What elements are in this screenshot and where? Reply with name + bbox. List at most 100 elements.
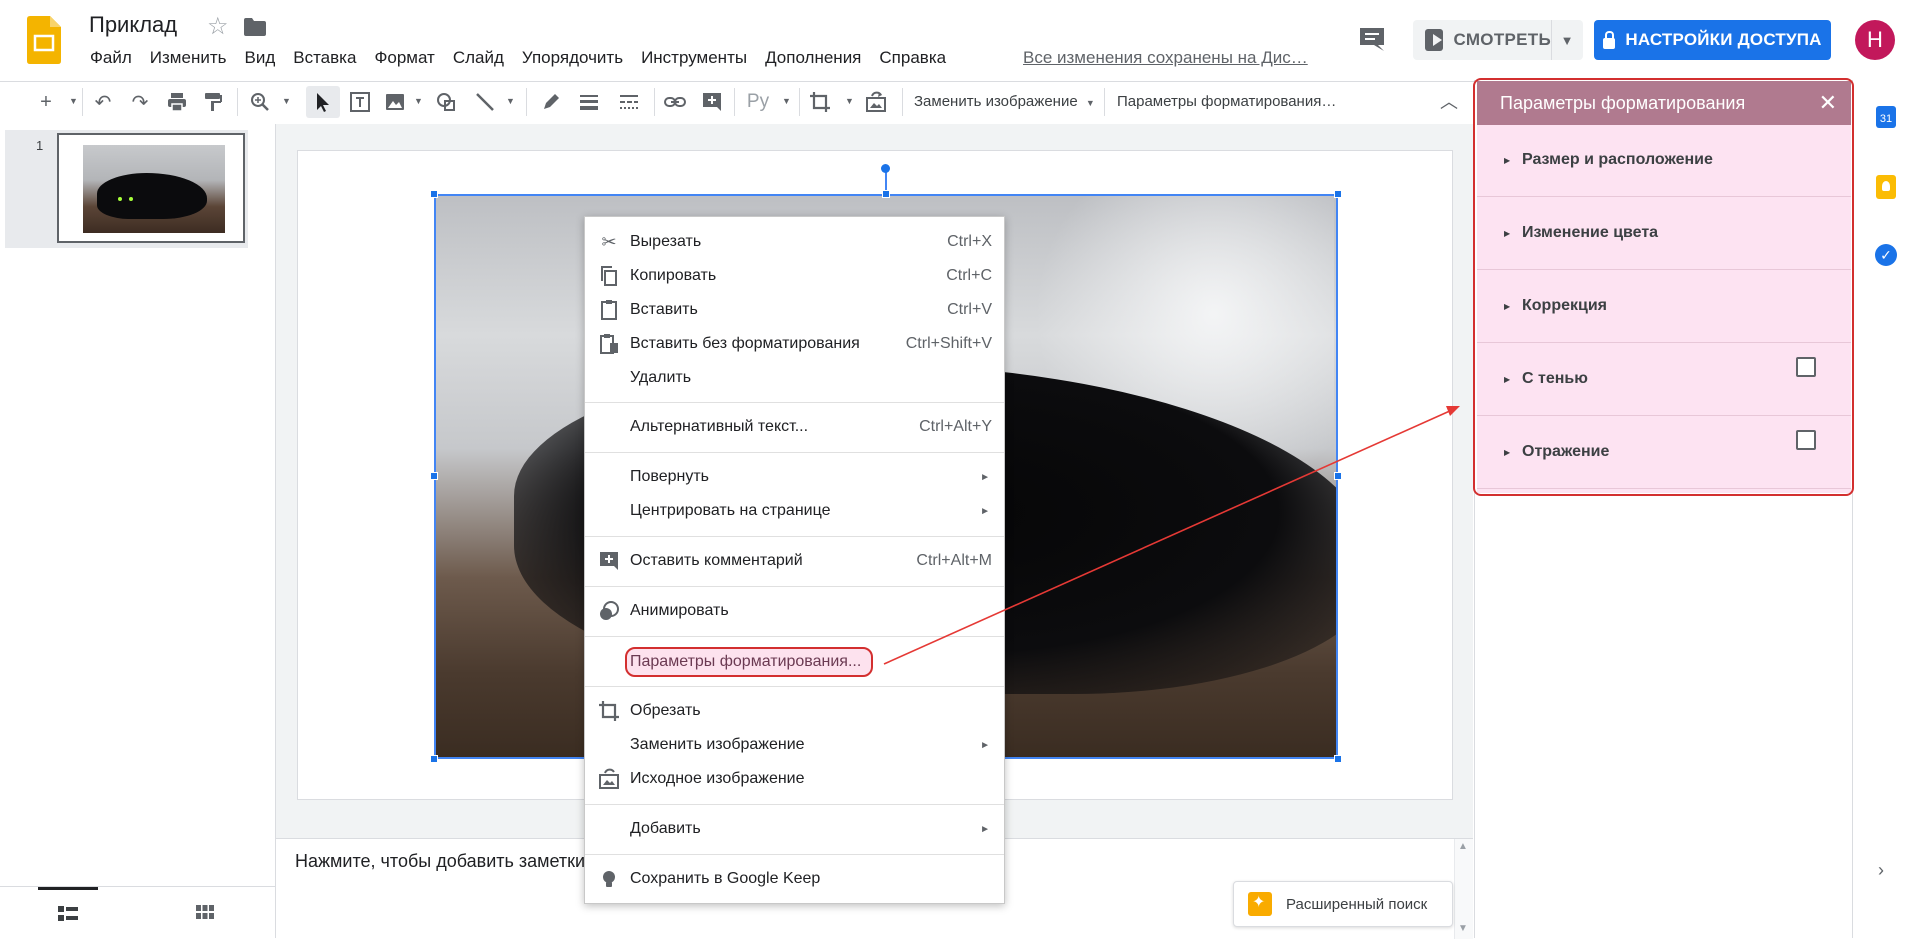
new-slide-icon[interactable]: + [34,90,58,114]
comments-icon[interactable] [1358,26,1386,52]
menu-item-crop[interactable]: Обрезать [585,694,1004,728]
resize-handle-w[interactable] [430,472,438,480]
menu-format[interactable]: Формат [374,48,434,68]
menu-item-save-to-keep[interactable]: Сохранить в Google Keep [585,862,1004,896]
link-icon[interactable] [663,90,687,114]
present-main[interactable]: СМОТРЕТЬ [1413,20,1551,60]
toolbar-divider [799,88,800,116]
menu-file[interactable]: Файл [90,48,132,68]
crop-toolbar-icon[interactable] [808,90,832,114]
menu-view[interactable]: Вид [244,48,275,68]
chevron-right-icon[interactable]: › [1878,860,1884,881]
insert-image-icon[interactable] [383,90,407,114]
calendar-icon[interactable]: 31 [1876,106,1896,128]
menu-insert[interactable]: Вставка [293,48,356,68]
menu-item-alt-text[interactable]: Альтернативный текст... Ctrl+Alt+Y [585,410,1004,444]
resize-handle-ne[interactable] [1334,190,1342,198]
menu-item-copy[interactable]: Копировать Ctrl+C [585,259,1004,293]
section-adjustments[interactable]: ▶ Коррекция [1477,271,1851,343]
star-icon[interactable]: ☆ [207,12,229,41]
crop-dropdown-icon[interactable]: ▼ [845,96,854,106]
menu-item-label: Обрезать [630,702,701,719]
input-tools-icon[interactable]: Ру [743,90,773,114]
menu-item-cut[interactable]: ✂ Вырезать Ctrl+X [585,225,1004,259]
scroll-down-icon[interactable]: ▼ [1458,923,1468,934]
drop-shadow-checkbox[interactable] [1796,357,1816,377]
scroll-up-icon[interactable]: ▲ [1458,841,1468,852]
close-icon[interactable]: ✕ [1819,90,1837,116]
zoom-dropdown-icon[interactable]: ▼ [282,96,291,106]
section-recolor[interactable]: ▶ Изменение цвета [1477,198,1851,270]
paint-format-icon[interactable] [201,90,225,114]
menu-item-replace-image[interactable]: Заменить изображение ► [585,728,1004,762]
menu-item-reset-image[interactable]: Исходное изображение [585,762,1004,796]
share-button[interactable]: НАСТРОЙКИ ДОСТУПА [1594,20,1831,60]
chevron-up-icon[interactable]: ︿ [1440,88,1458,114]
new-slide-dropdown-icon[interactable]: ▼ [69,96,78,106]
border-color-icon[interactable] [539,90,563,114]
explore-button[interactable]: Расширенный поиск [1233,881,1453,927]
replace-image-toolbar-button[interactable]: Заменить изображение ▼ [914,93,1095,110]
text-box-icon[interactable] [348,90,372,114]
section-drop-shadow[interactable]: ▶ С тенью [1477,344,1851,416]
keep-icon[interactable] [1876,175,1896,199]
reflection-checkbox[interactable] [1796,430,1816,450]
present-button[interactable]: СМОТРЕТЬ ▼ [1413,20,1583,60]
resize-handle-sw[interactable] [430,755,438,763]
menu-item-paste-plain[interactable]: Вставить без форматирования Ctrl+Shift+V [585,327,1004,361]
menu-help[interactable]: Справка [879,48,946,68]
notes-scrollbar[interactable]: ▲ ▼ [1454,839,1473,939]
image-dropdown-icon[interactable]: ▼ [414,96,423,106]
present-dropdown[interactable]: ▼ [1551,20,1582,60]
resize-handle-n[interactable] [882,190,890,198]
menu-slide[interactable]: Слайд [453,48,504,68]
notes-placeholder[interactable]: Нажмите, чтобы добавить заметки [295,851,585,872]
replace-image-label: Заменить изображение [914,93,1078,110]
redo-icon[interactable]: ↷ [128,90,152,114]
add-comment-toolbar-icon[interactable] [700,90,724,114]
border-dash-icon[interactable] [617,90,641,114]
line-icon[interactable] [473,90,497,114]
filmstrip-view-button[interactable] [38,887,98,937]
cat-eye [118,197,122,201]
resize-handle-e[interactable] [1334,472,1342,480]
undo-icon[interactable]: ↶ [91,90,115,114]
folder-icon[interactable] [244,18,266,36]
zoom-icon[interactable] [248,90,272,114]
document-title[interactable]: Приклад [89,12,177,38]
format-options-toolbar-button[interactable]: Параметры форматирования… [1117,93,1336,110]
menu-edit[interactable]: Изменить [150,48,227,68]
tasks-icon[interactable]: ✓ [1875,244,1897,266]
slide-thumbnail[interactable] [57,133,245,243]
line-dropdown-icon[interactable]: ▼ [506,96,515,106]
resize-handle-nw[interactable] [430,190,438,198]
avatar[interactable]: Н [1855,20,1895,60]
print-icon[interactable] [165,90,189,114]
border-weight-icon[interactable] [577,90,601,114]
menu-addons[interactable]: Дополнения [765,48,861,68]
menu-item-paste[interactable]: Вставить Ctrl+V [585,293,1004,327]
rotation-handle[interactable] [881,164,890,173]
menu-item-comment[interactable]: Оставить комментарий Ctrl+Alt+M [585,544,1004,578]
menu-item-rotate[interactable]: Повернуть ► [585,460,1004,494]
input-tools-dropdown-icon[interactable]: ▼ [782,96,791,106]
menu-arrange[interactable]: Упорядочить [522,48,623,68]
menu-item-delete[interactable]: Удалить [585,361,1004,395]
slide-thumbnail-row[interactable]: 1 [5,130,248,248]
menu-item-animate[interactable]: Анимировать [585,594,1004,628]
save-status[interactable]: Все изменения сохранены на Дис… [1023,48,1308,68]
menu-tools[interactable]: Инструменты [641,48,747,68]
section-reflection[interactable]: ▶ Отражение [1477,417,1851,489]
menu-item-add[interactable]: Добавить ► [585,812,1004,846]
menu-item-center-on-page[interactable]: Центрировать на странице ► [585,494,1004,528]
section-size-position[interactable]: ▶ Размер и расположение [1477,125,1851,197]
menu-item-format-options[interactable]: Параметры форматирования... [585,645,1004,679]
toolbar-divider [902,88,903,116]
toolbar: + ▼ ↶ ↷ ▼ ▼ ▼ Ру ▼ ▼ Заменить изображени… [0,81,1474,125]
resize-handle-se[interactable] [1334,755,1342,763]
grid-view-button[interactable] [175,887,235,937]
select-arrow-icon[interactable] [311,90,335,114]
slides-logo-icon[interactable] [27,16,61,64]
reset-image-toolbar-icon[interactable] [864,90,888,114]
shape-icon[interactable] [434,90,458,114]
